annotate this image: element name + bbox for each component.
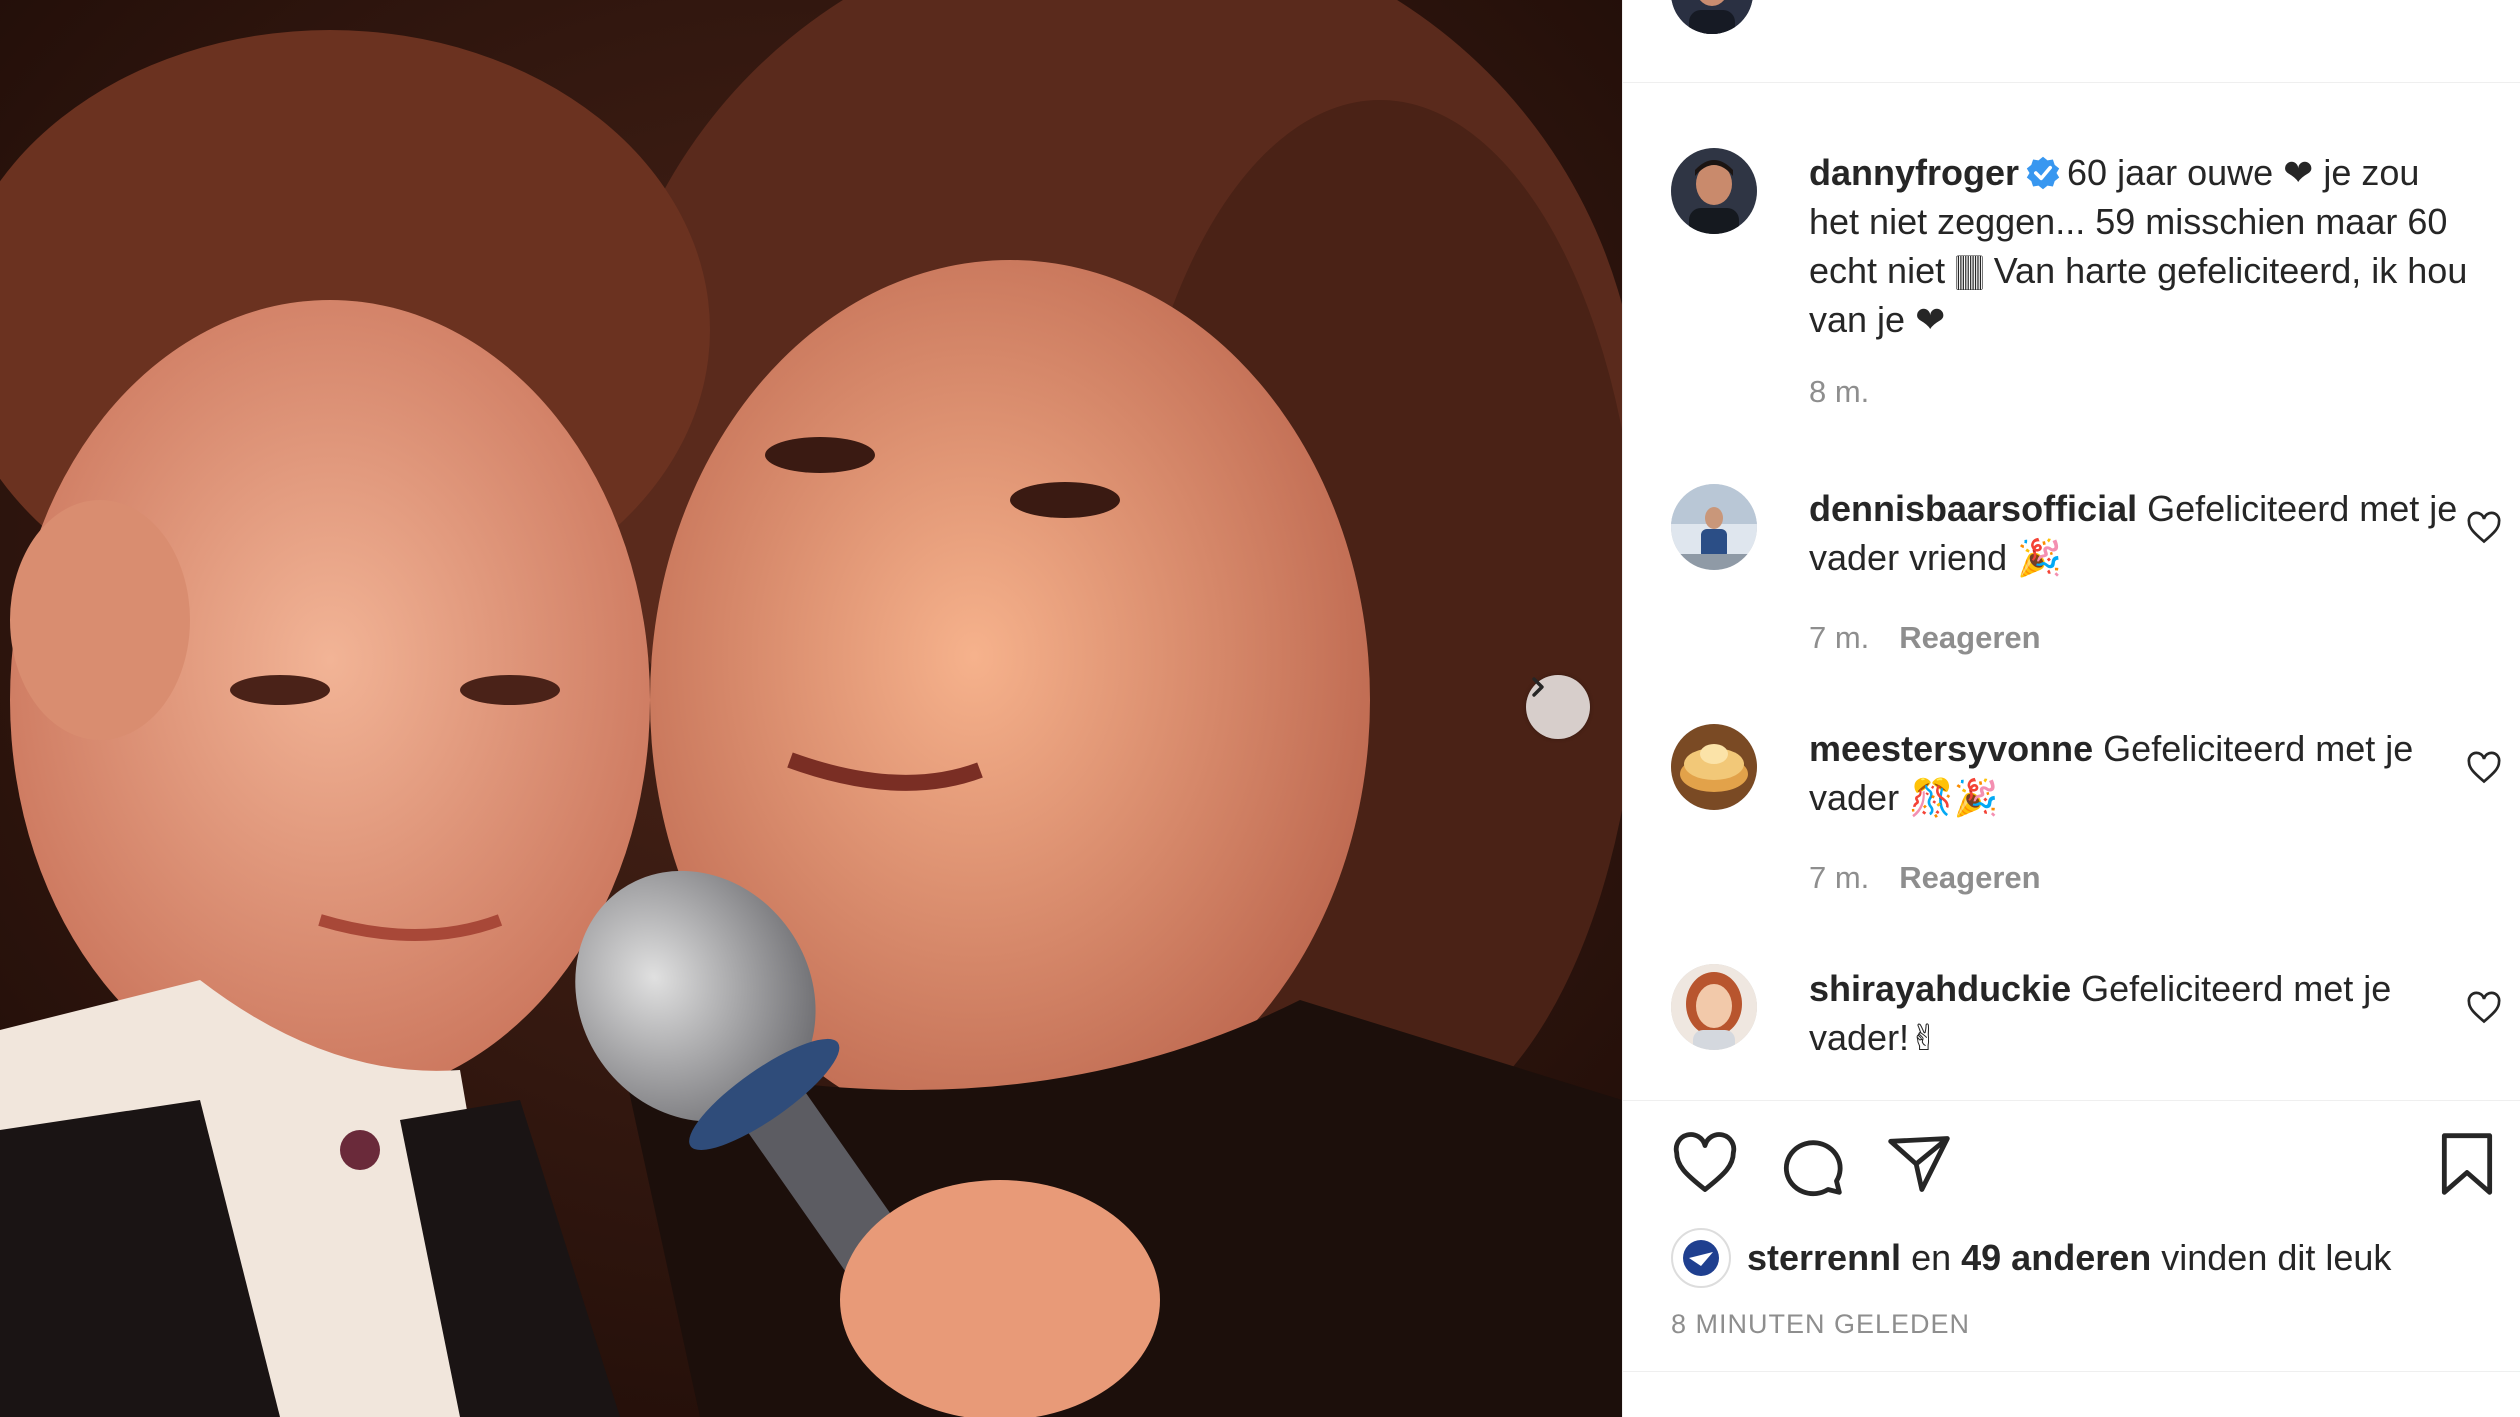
comment-text-block: meestersyvonne Gefeliciteerd met je vade… [1809, 724, 2469, 822]
post-photo-artwork [0, 0, 1622, 1417]
share-icon[interactable] [1885, 1130, 1953, 1198]
verified-badge-icon [2026, 156, 2060, 190]
post-timestamp[interactable]: 8 MINUTEN GELEDEN [1671, 1309, 1970, 1340]
avatar-image [1671, 148, 1757, 234]
comment-meta: 7 m. Reageren [1809, 860, 2041, 896]
avatar-image [1671, 0, 1753, 34]
caption-time: 8 m. [1809, 374, 1870, 409]
comment-item: shirayahduckie Gefeliciteerd met je vade… [1671, 964, 2501, 1074]
comment-like-heart-icon[interactable] [2465, 510, 2503, 546]
comment-like-heart-icon[interactable] [2465, 750, 2503, 786]
avatar-image [1675, 1232, 1727, 1284]
comment-item: meestersyvonne Gefeliciteerd met je vade… [1671, 724, 2501, 904]
reply-button[interactable]: Reageren [1899, 860, 2040, 895]
divider [1623, 1100, 2520, 1101]
chevron-right-icon [1532, 677, 1544, 697]
post-side-panel: dannyfroger 60 jaar ouwe ❤ je zou het nie… [1622, 0, 2520, 1417]
post-caption: dannyfroger 60 jaar ouwe ❤ je zou het nie… [1671, 148, 2471, 410]
comment-item: dennisbaarsofficial Gefeliciteerd met je… [1671, 484, 2501, 664]
bookmark-icon[interactable] [2433, 1130, 2501, 1198]
likes-connector: en [1911, 1237, 1952, 1278]
comment-time: 7 m. [1809, 620, 1870, 655]
comment-avatar[interactable] [1671, 964, 1757, 1050]
comment-text-block: shirayahduckie Gefeliciteerd met je vade… [1809, 964, 2469, 1062]
comment-meta: 7 m. Reageren [1809, 620, 2041, 656]
post-photo[interactable] [0, 0, 1622, 1417]
next-photo-button[interactable] [1526, 675, 1590, 739]
likes-suffix: vinden dit leuk [2161, 1237, 2392, 1278]
caption-username[interactable]: dannyfroger [1809, 152, 2019, 193]
comment-username[interactable]: meestersyvonne [1809, 728, 2093, 769]
comment-like-heart-icon[interactable] [2465, 990, 2503, 1026]
comment-username[interactable]: shirayahduckie [1809, 968, 2071, 1009]
comment-avatar[interactable] [1671, 724, 1757, 810]
instagram-post-view: dannyfroger 60 jaar ouwe ❤ je zou het nie… [0, 0, 2520, 1417]
comment-username[interactable]: dennisbaarsofficial [1809, 488, 2137, 529]
comment-icon[interactable] [1777, 1130, 1845, 1198]
avatar-image [1671, 484, 1757, 570]
comment-text-block: dennisbaarsofficial Gefeliciteerd met je… [1809, 484, 2469, 582]
header-avatar[interactable] [1671, 0, 1753, 34]
divider [1623, 1371, 2520, 1372]
caption-meta: 8 m. [1809, 374, 1869, 410]
comment-time: 7 m. [1809, 860, 1870, 895]
caption-avatar[interactable] [1671, 148, 1757, 234]
comment-avatar[interactable] [1671, 484, 1757, 570]
reply-button[interactable]: Reageren [1899, 620, 2040, 655]
liker-username[interactable]: sterrennl [1747, 1237, 1901, 1279]
divider [1623, 82, 2520, 83]
action-bar [1623, 1130, 2520, 1202]
likes-summary: sterrennl en 49 anderen vinden dit leuk [1671, 1228, 2391, 1288]
avatar-image [1671, 964, 1757, 1050]
caption-text-block: dannyfroger 60 jaar ouwe ❤ je zou het nie… [1809, 148, 2469, 344]
heart-icon[interactable] [1671, 1130, 1739, 1198]
avatar-image [1671, 724, 1757, 810]
likes-others[interactable]: 49 anderen [1961, 1237, 2151, 1279]
liker-avatar[interactable] [1671, 1228, 1731, 1288]
